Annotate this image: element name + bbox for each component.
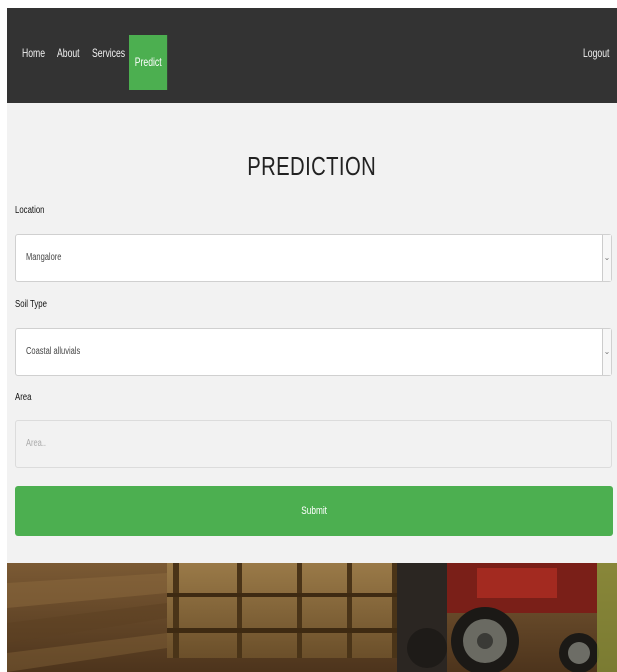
top-navbar: Home About Services Predict Logout <box>7 8 617 103</box>
logout-link[interactable]: Logout <box>583 36 609 71</box>
area-input[interactable]: Area.. <box>15 420 612 468</box>
location-label: Location <box>15 205 45 216</box>
area-label: Area <box>15 392 32 403</box>
prediction-form-panel: PREDICTION Location Mangalore ⌄ Soil Typ… <box>7 103 617 563</box>
soil-type-select[interactable]: Coastal alluvials ⌄ <box>15 328 612 376</box>
submit-button[interactable]: Submit <box>15 486 613 536</box>
area-input-placeholder: Area.. <box>26 438 47 449</box>
nav-about-link[interactable]: About <box>57 36 80 71</box>
chevron-down-icon[interactable]: ⌄ <box>602 235 611 281</box>
nav-services-link[interactable]: Services <box>92 36 125 71</box>
tractor-background-image <box>7 563 617 672</box>
page-title: PREDICTION <box>247 151 377 181</box>
nav-predict-link[interactable]: Predict <box>129 35 168 90</box>
soil-type-selected-value: Coastal alluvials <box>26 346 81 357</box>
chevron-down-icon[interactable]: ⌄ <box>602 329 611 375</box>
location-select[interactable]: Mangalore ⌄ <box>15 234 612 282</box>
nav-home-link[interactable]: Home <box>22 36 45 71</box>
location-selected-value: Mangalore <box>26 252 62 263</box>
soil-type-label: Soil Type <box>15 299 47 310</box>
